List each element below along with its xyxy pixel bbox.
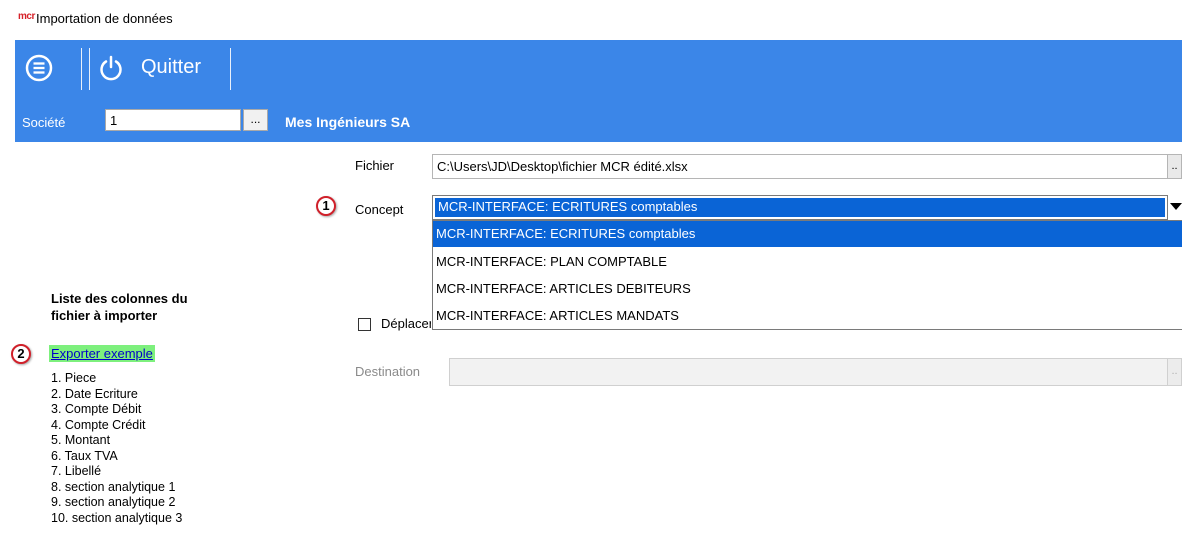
company-name: Mes Ingénieurs SA <box>285 114 411 130</box>
list-item: 7. Libellé <box>51 464 102 478</box>
power-icon <box>100 55 122 81</box>
list-item: 5. Montant <box>51 433 111 447</box>
list-item: 8. section analytique 1 <box>51 479 176 494</box>
app-logo: mcr <box>18 11 35 22</box>
list-item: 1. Piece <box>51 371 97 385</box>
menu-circle-icon <box>25 54 53 82</box>
concept-label: Concept <box>355 202 404 217</box>
concept-select[interactable]: MCR-INTERFACE: ECRITURES comptables <box>432 195 1168 220</box>
destination-browse-button[interactable]: .. <box>1167 358 1182 386</box>
concept-selected-value: MCR-INTERFACE: ECRITURES comptables <box>435 198 1165 217</box>
toolbar-separator <box>230 48 231 90</box>
dropdown-option[interactable]: MCR-INTERFACE: ECRITURES comptables <box>433 221 1182 247</box>
quit-button[interactable]: Quitter <box>141 56 201 79</box>
file-browse-button[interactable]: .. <box>1167 154 1182 179</box>
export-example-link[interactable]: Exporter exemple <box>49 345 155 362</box>
list-item: 6. Taux TVA <box>51 448 118 463</box>
list-item: 10. section analytique 3 <box>51 510 183 525</box>
step-badge-2: 2 <box>11 344 31 364</box>
toolbar: Quitter Société 1 ... Mes Ingénieurs SA <box>15 40 1182 142</box>
destination-input[interactable] <box>449 358 1168 386</box>
company-code-input[interactable]: 1 <box>105 109 241 131</box>
columns-list: 1. Piece 2. Date Ecriture 3. Compte Débi… <box>51 371 182 526</box>
company-browse-button[interactable]: ... <box>243 109 268 131</box>
list-item: 2. Date Ecriture <box>51 386 138 401</box>
title-bar: mcr Importation de données <box>0 0 1182 40</box>
concept-dropdown-list: MCR-INTERFACE: ECRITURES comptables MCR-… <box>432 220 1182 330</box>
move-file-checkbox[interactable] <box>358 318 371 331</box>
concept-dropdown-button[interactable] <box>1168 195 1182 220</box>
file-label: Fichier <box>355 158 395 173</box>
company-label: Société <box>22 115 66 130</box>
list-item: 4. Compte Crédit <box>51 417 146 432</box>
toolbar-separator <box>81 48 90 90</box>
step-badge-1: 1 <box>316 196 336 216</box>
columns-title: Liste des colonnes du fichier à importer <box>51 290 251 324</box>
dropdown-option[interactable]: MCR-INTERFACE: PLAN COMPTABLE <box>433 249 1182 275</box>
chevron-down-icon <box>1170 203 1182 210</box>
file-path-input[interactable]: C:\Users\JD\Desktop\fichier MCR édité.xl… <box>432 154 1168 179</box>
quit-power-button[interactable] <box>97 54 125 82</box>
dropdown-option[interactable]: MCR-INTERFACE: ARTICLES DEBITEURS <box>433 276 1182 302</box>
list-item: 9. section analytique 2 <box>51 495 176 509</box>
move-file-label: Déplacer <box>381 316 431 331</box>
destination-label: Destination <box>355 364 421 379</box>
list-item: 3. Compte Débit <box>51 402 142 416</box>
menu-button[interactable] <box>25 54 53 82</box>
columns-title-line: Liste des colonnes du <box>51 291 188 306</box>
columns-title-line: fichier à importer <box>51 308 158 323</box>
window-title: Importation de données <box>36 11 173 26</box>
dropdown-option[interactable]: MCR-INTERFACE: ARTICLES MANDATS <box>433 303 1182 329</box>
